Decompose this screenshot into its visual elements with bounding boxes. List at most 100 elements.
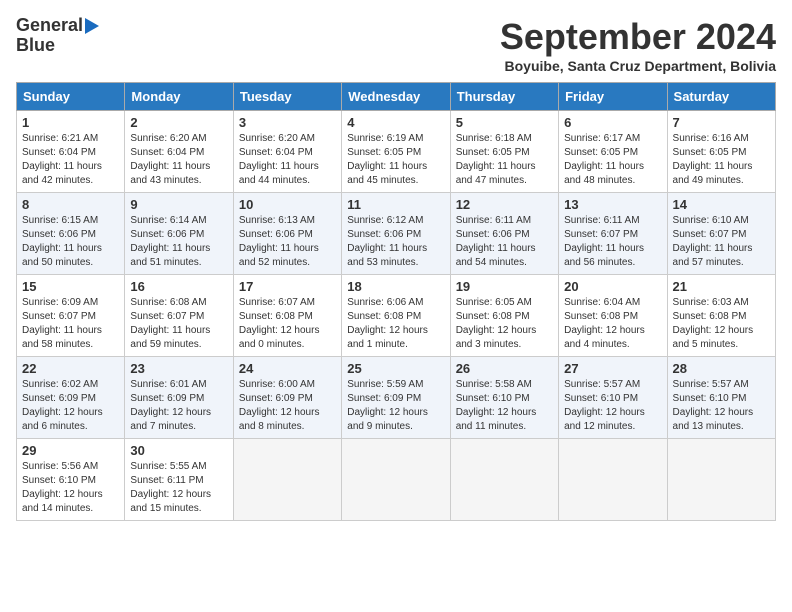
day-info: Sunrise: 5:58 AMSunset: 6:10 PMDaylight:…	[456, 379, 537, 432]
day-number: 28	[673, 361, 770, 376]
day-cell-11: 11 Sunrise: 6:12 AMSunset: 6:06 PMDaylig…	[342, 193, 450, 275]
day-info: Sunrise: 6:19 AMSunset: 6:05 PMDaylight:…	[347, 133, 427, 186]
day-cell-28: 28 Sunrise: 5:57 AMSunset: 6:10 PMDaylig…	[667, 357, 775, 439]
day-number: 4	[347, 115, 444, 130]
empty-cell	[667, 439, 775, 521]
day-number: 12	[456, 197, 553, 212]
day-info: Sunrise: 6:16 AMSunset: 6:05 PMDaylight:…	[673, 133, 753, 186]
empty-cell	[450, 439, 558, 521]
day-number: 19	[456, 279, 553, 294]
day-info: Sunrise: 5:57 AMSunset: 6:10 PMDaylight:…	[564, 379, 645, 432]
weekday-header-saturday: Saturday	[667, 83, 775, 111]
day-info: Sunrise: 6:08 AMSunset: 6:07 PMDaylight:…	[130, 297, 210, 350]
day-info: Sunrise: 6:04 AMSunset: 6:08 PMDaylight:…	[564, 297, 645, 350]
day-cell-13: 13 Sunrise: 6:11 AMSunset: 6:07 PMDaylig…	[559, 193, 667, 275]
day-info: Sunrise: 6:09 AMSunset: 6:07 PMDaylight:…	[22, 297, 102, 350]
day-cell-9: 9 Sunrise: 6:14 AMSunset: 6:06 PMDayligh…	[125, 193, 233, 275]
day-cell-26: 26 Sunrise: 5:58 AMSunset: 6:10 PMDaylig…	[450, 357, 558, 439]
day-cell-12: 12 Sunrise: 6:11 AMSunset: 6:06 PMDaylig…	[450, 193, 558, 275]
day-cell-14: 14 Sunrise: 6:10 AMSunset: 6:07 PMDaylig…	[667, 193, 775, 275]
empty-cell	[559, 439, 667, 521]
day-info: Sunrise: 5:55 AMSunset: 6:11 PMDaylight:…	[130, 461, 211, 514]
day-cell-7: 7 Sunrise: 6:16 AMSunset: 6:05 PMDayligh…	[667, 111, 775, 193]
day-number: 11	[347, 197, 444, 212]
day-cell-30: 30 Sunrise: 5:55 AMSunset: 6:11 PMDaylig…	[125, 439, 233, 521]
day-number: 2	[130, 115, 227, 130]
day-cell-6: 6 Sunrise: 6:17 AMSunset: 6:05 PMDayligh…	[559, 111, 667, 193]
day-info: Sunrise: 6:06 AMSunset: 6:08 PMDaylight:…	[347, 297, 428, 350]
logo: General Blue	[16, 16, 99, 56]
day-number: 29	[22, 443, 119, 458]
day-cell-21: 21 Sunrise: 6:03 AMSunset: 6:08 PMDaylig…	[667, 275, 775, 357]
day-number: 14	[673, 197, 770, 212]
day-number: 13	[564, 197, 661, 212]
day-number: 30	[130, 443, 227, 458]
day-info: Sunrise: 6:00 AMSunset: 6:09 PMDaylight:…	[239, 379, 320, 432]
day-info: Sunrise: 6:02 AMSunset: 6:09 PMDaylight:…	[22, 379, 103, 432]
day-cell-2: 2 Sunrise: 6:20 AMSunset: 6:04 PMDayligh…	[125, 111, 233, 193]
day-number: 7	[673, 115, 770, 130]
weekday-header-monday: Monday	[125, 83, 233, 111]
logo-text-general: General	[16, 16, 83, 36]
day-cell-23: 23 Sunrise: 6:01 AMSunset: 6:09 PMDaylig…	[125, 357, 233, 439]
day-info: Sunrise: 6:01 AMSunset: 6:09 PMDaylight:…	[130, 379, 211, 432]
location-title: Boyuibe, Santa Cruz Department, Bolivia	[500, 58, 776, 74]
page-header: General Blue September 2024 Boyuibe, San…	[16, 16, 776, 74]
day-cell-22: 22 Sunrise: 6:02 AMSunset: 6:09 PMDaylig…	[17, 357, 125, 439]
day-cell-19: 19 Sunrise: 6:05 AMSunset: 6:08 PMDaylig…	[450, 275, 558, 357]
logo-text-blue: Blue	[16, 36, 55, 56]
day-info: Sunrise: 6:15 AMSunset: 6:06 PMDaylight:…	[22, 215, 102, 268]
day-number: 8	[22, 197, 119, 212]
day-number: 20	[564, 279, 661, 294]
day-cell-15: 15 Sunrise: 6:09 AMSunset: 6:07 PMDaylig…	[17, 275, 125, 357]
day-number: 26	[456, 361, 553, 376]
calendar-table: SundayMondayTuesdayWednesdayThursdayFrid…	[16, 82, 776, 521]
day-info: Sunrise: 6:21 AMSunset: 6:04 PMDaylight:…	[22, 133, 102, 186]
weekday-header-tuesday: Tuesday	[233, 83, 341, 111]
day-number: 10	[239, 197, 336, 212]
day-info: Sunrise: 6:11 AMSunset: 6:06 PMDaylight:…	[456, 215, 536, 268]
day-number: 23	[130, 361, 227, 376]
day-info: Sunrise: 6:17 AMSunset: 6:05 PMDaylight:…	[564, 133, 644, 186]
calendar-week-2: 8 Sunrise: 6:15 AMSunset: 6:06 PMDayligh…	[17, 193, 776, 275]
day-cell-16: 16 Sunrise: 6:08 AMSunset: 6:07 PMDaylig…	[125, 275, 233, 357]
day-number: 16	[130, 279, 227, 294]
day-info: Sunrise: 5:57 AMSunset: 6:10 PMDaylight:…	[673, 379, 754, 432]
weekday-header-wednesday: Wednesday	[342, 83, 450, 111]
day-info: Sunrise: 6:03 AMSunset: 6:08 PMDaylight:…	[673, 297, 754, 350]
day-info: Sunrise: 6:07 AMSunset: 6:08 PMDaylight:…	[239, 297, 320, 350]
day-info: Sunrise: 6:05 AMSunset: 6:08 PMDaylight:…	[456, 297, 537, 350]
day-info: Sunrise: 5:56 AMSunset: 6:10 PMDaylight:…	[22, 461, 103, 514]
calendar-week-1: 1 Sunrise: 6:21 AMSunset: 6:04 PMDayligh…	[17, 111, 776, 193]
day-cell-29: 29 Sunrise: 5:56 AMSunset: 6:10 PMDaylig…	[17, 439, 125, 521]
day-info: Sunrise: 6:12 AMSunset: 6:06 PMDaylight:…	[347, 215, 427, 268]
day-cell-10: 10 Sunrise: 6:13 AMSunset: 6:06 PMDaylig…	[233, 193, 341, 275]
day-cell-8: 8 Sunrise: 6:15 AMSunset: 6:06 PMDayligh…	[17, 193, 125, 275]
day-number: 27	[564, 361, 661, 376]
empty-cell	[233, 439, 341, 521]
weekday-header-friday: Friday	[559, 83, 667, 111]
weekday-header-thursday: Thursday	[450, 83, 558, 111]
month-title: September 2024	[500, 16, 776, 58]
day-number: 1	[22, 115, 119, 130]
calendar-week-3: 15 Sunrise: 6:09 AMSunset: 6:07 PMDaylig…	[17, 275, 776, 357]
day-cell-5: 5 Sunrise: 6:18 AMSunset: 6:05 PMDayligh…	[450, 111, 558, 193]
day-cell-17: 17 Sunrise: 6:07 AMSunset: 6:08 PMDaylig…	[233, 275, 341, 357]
day-info: Sunrise: 6:20 AMSunset: 6:04 PMDaylight:…	[130, 133, 210, 186]
day-info: Sunrise: 6:20 AMSunset: 6:04 PMDaylight:…	[239, 133, 319, 186]
day-number: 9	[130, 197, 227, 212]
day-cell-24: 24 Sunrise: 6:00 AMSunset: 6:09 PMDaylig…	[233, 357, 341, 439]
calendar-week-5: 29 Sunrise: 5:56 AMSunset: 6:10 PMDaylig…	[17, 439, 776, 521]
day-info: Sunrise: 6:18 AMSunset: 6:05 PMDaylight:…	[456, 133, 536, 186]
day-number: 25	[347, 361, 444, 376]
day-number: 6	[564, 115, 661, 130]
day-number: 21	[673, 279, 770, 294]
day-number: 5	[456, 115, 553, 130]
logo-arrow-icon	[85, 18, 99, 34]
day-info: Sunrise: 6:13 AMSunset: 6:06 PMDaylight:…	[239, 215, 319, 268]
day-cell-20: 20 Sunrise: 6:04 AMSunset: 6:08 PMDaylig…	[559, 275, 667, 357]
day-number: 15	[22, 279, 119, 294]
day-info: Sunrise: 6:14 AMSunset: 6:06 PMDaylight:…	[130, 215, 210, 268]
calendar-week-4: 22 Sunrise: 6:02 AMSunset: 6:09 PMDaylig…	[17, 357, 776, 439]
weekday-header-sunday: Sunday	[17, 83, 125, 111]
